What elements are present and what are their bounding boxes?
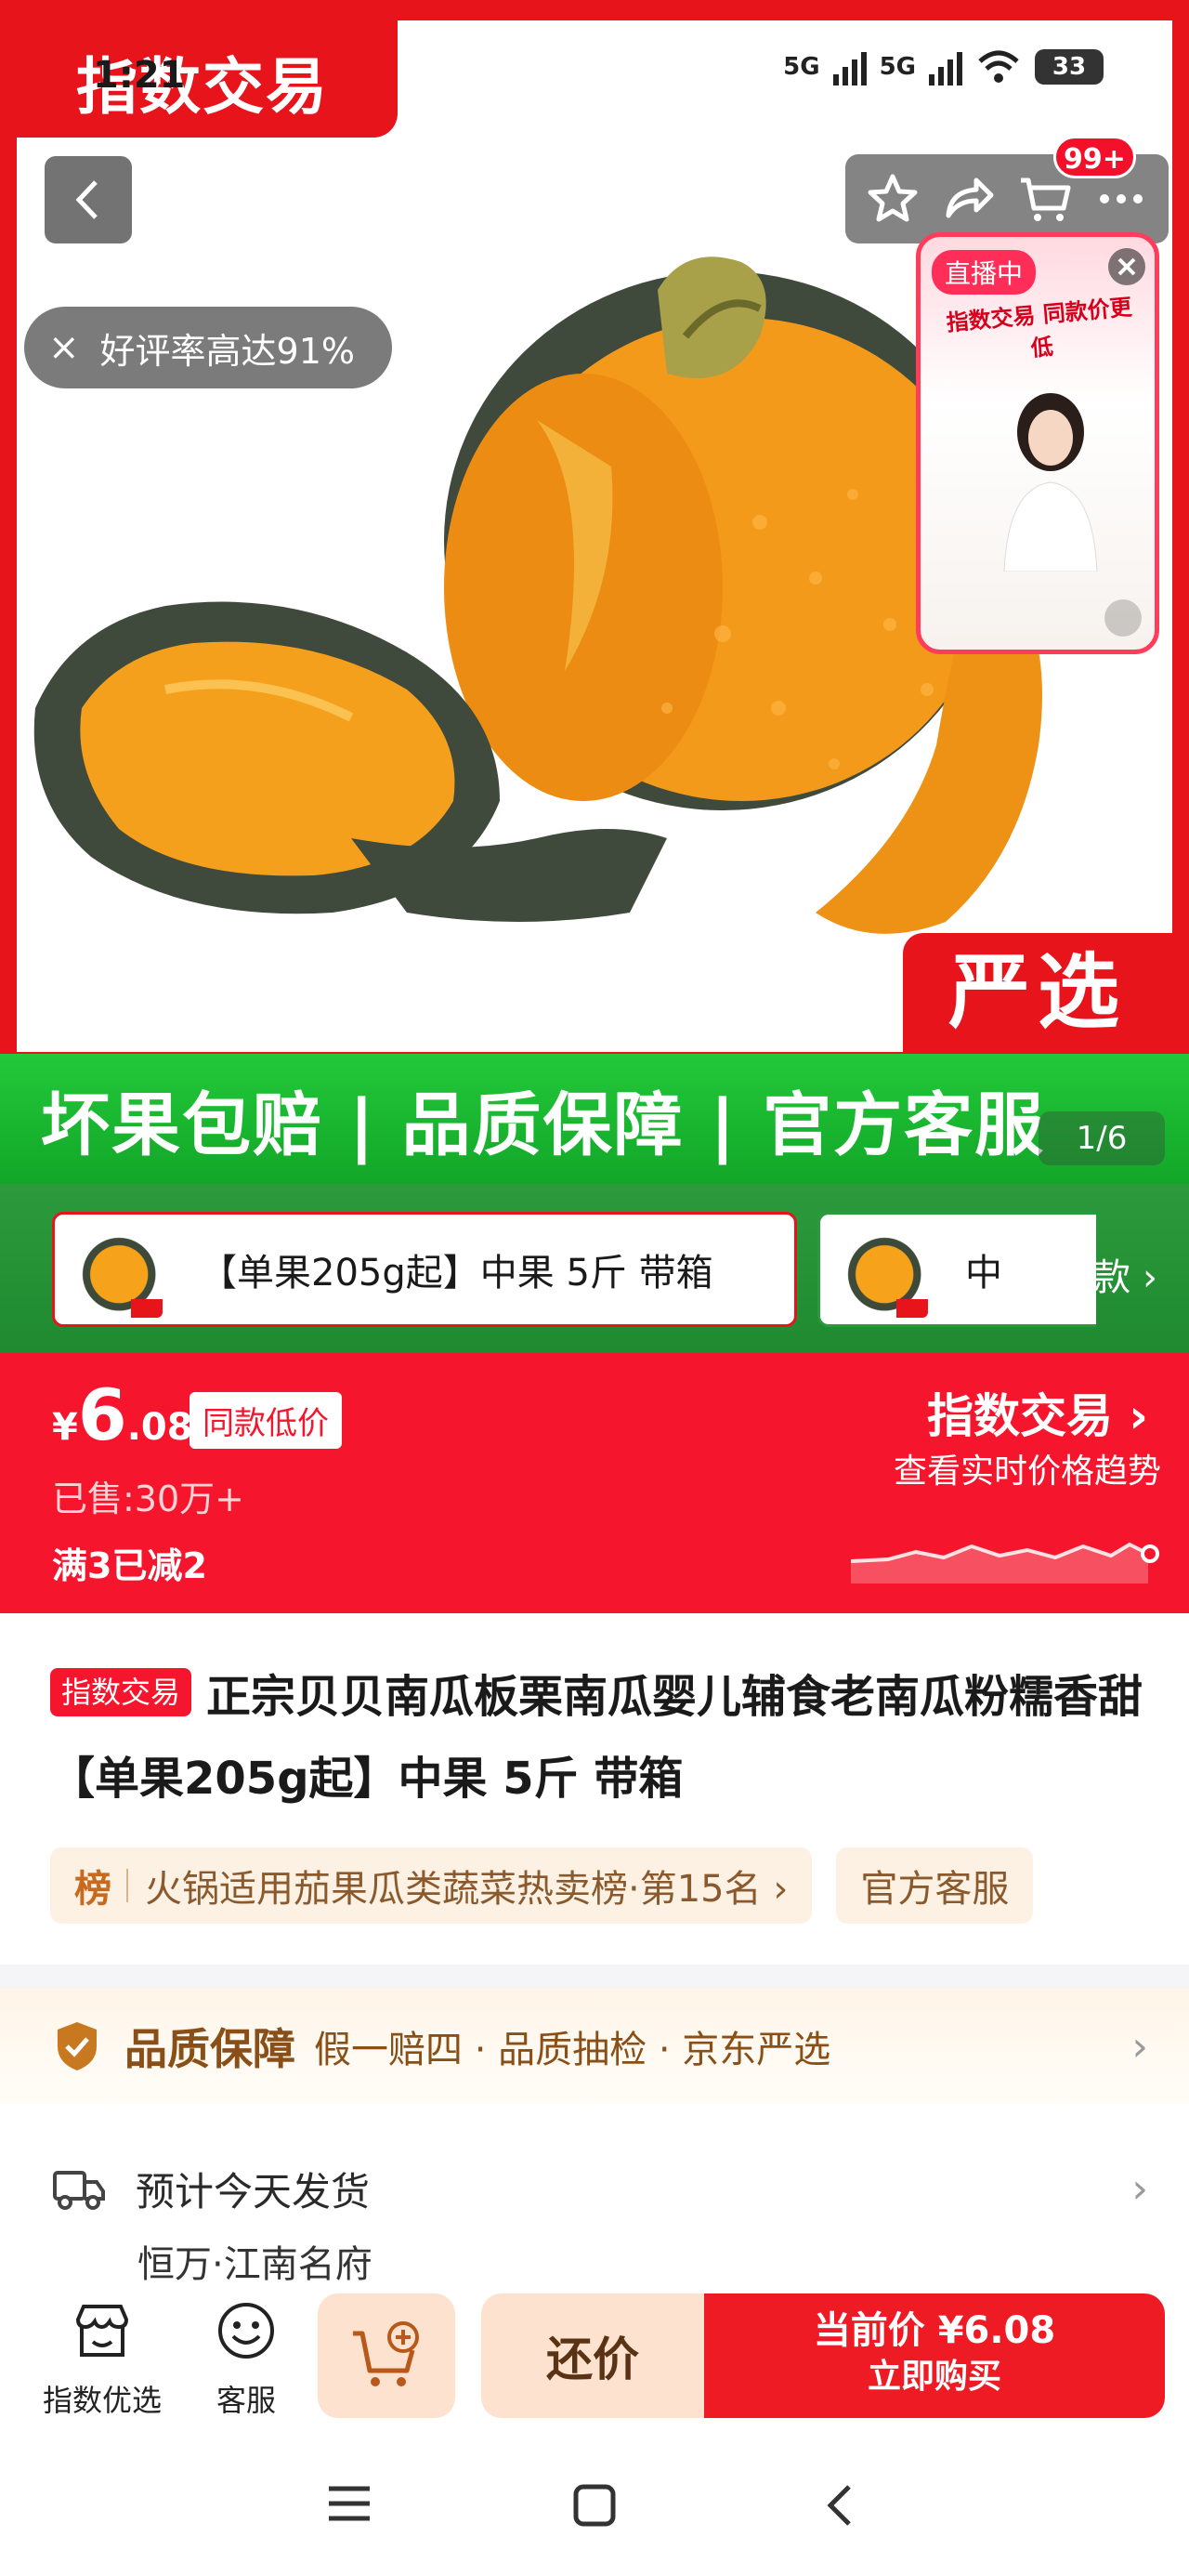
live-banner: 指数交易 同款价更低 <box>945 294 1133 361</box>
sku-selector: 【单果205g起】中果 5斤 带箱 中 共5款 › <box>0 1184 1189 1353</box>
promo-text: 满3已减2 <box>52 1545 207 1586</box>
rank-badge: 榜 <box>74 1868 111 1911</box>
index-trade-link[interactable]: 指数交易 › <box>927 1379 1148 1446</box>
chevron-left-icon <box>75 180 98 219</box>
index-trade-tag: 指数交易 <box>17 20 398 138</box>
close-icon[interactable]: × <box>48 326 80 369</box>
buy-now-label: 立即购买 <box>867 2358 1001 2396</box>
shield-check-icon <box>58 2022 97 2070</box>
sku-label: 【单果205g起】中果 5斤 带箱 <box>200 1252 713 1295</box>
system-navigation-bar <box>0 2433 1189 2576</box>
rating-text: 好评率高达91% <box>99 330 355 372</box>
bottom-action-bar: 指数优选 客服 还价 当前价 ¥6.08 立即购买 <box>0 2280 1189 2433</box>
rank-chip[interactable]: 榜 火锅适用茄果瓜类蔬菜热卖榜·第15名 › <box>50 1847 813 1924</box>
chevron-right-icon: › <box>1131 2164 1148 2213</box>
quality-guarantee-row[interactable]: 品质保障 假一赔四 · 品质抽检 · 京东严选 › <box>0 1989 1189 2104</box>
product-title: 正宗贝贝南瓜板栗南瓜婴儿辅食老南瓜粉糯香甜 【单果205g起】中果 5斤 带箱 <box>50 1671 1143 1805</box>
close-icon[interactable] <box>1108 248 1145 285</box>
shipping-text: 预计今天发货 <box>136 2168 371 2215</box>
product-title-block: 指数交易 正宗贝贝南瓜板栗南瓜婴儿辅食老南瓜粉糯香甜 【单果205g起】中果 5斤… <box>50 1656 1156 1820</box>
store-icon <box>75 2305 129 2357</box>
home-icon[interactable] <box>572 2483 617 2531</box>
sku-label: 中 <box>965 1252 1002 1295</box>
network-label-2: 5G <box>879 53 916 81</box>
store-button[interactable]: 指数优选 <box>37 2299 167 2420</box>
cart-count-badge: 99+ <box>1053 136 1136 178</box>
share-icon[interactable] <box>941 171 997 227</box>
menu-icon[interactable] <box>327 2483 372 2528</box>
gallery-page-indicator: 1/6 <box>1039 1111 1165 1165</box>
live-stream-window[interactable]: 直播中 指数交易 同款价更低 <box>916 232 1159 654</box>
sku-more-link[interactable]: 共5款 › <box>1033 1247 1157 1301</box>
section-divider <box>0 1965 1189 1989</box>
price-decimal: .08 <box>126 1406 193 1449</box>
cart-plus-icon <box>353 2321 419 2386</box>
price-trend-sparkline[interactable] <box>851 1518 1167 1584</box>
price-integer: 6 <box>77 1373 127 1456</box>
host-avatar <box>1003 393 1098 572</box>
add-to-cart-button[interactable] <box>318 2293 455 2418</box>
status-time: 1:21 <box>93 54 186 97</box>
sold-count: 已售:30万+ <box>52 1479 244 1519</box>
sku-thumbnail <box>66 1221 163 1318</box>
service-label: 客服 <box>216 2383 276 2418</box>
battery-indicator: 33 <box>1035 49 1104 85</box>
signal-icon-2 <box>929 48 962 85</box>
signal-icon <box>832 48 867 85</box>
smile-icon <box>218 2303 274 2359</box>
customer-service-button[interactable]: 客服 <box>204 2299 288 2420</box>
delivery-truck-icon <box>53 2171 105 2210</box>
buy-now-button[interactable]: 当前价 ¥6.08 立即购买 <box>704 2293 1165 2418</box>
back-button[interactable] <box>45 156 132 243</box>
cart-icon[interactable] <box>1017 171 1073 227</box>
price-bar: ¥ 6 .08 同款低价 已售:30万+ 满3已减2 指数交易 › 查看实时价格… <box>0 1353 1189 1613</box>
yanxuan-badge: 严选 <box>903 933 1172 1052</box>
shipping-row[interactable]: 预计今天发货 › <box>0 2137 1189 2240</box>
service-chip[interactable]: 官方客服 <box>836 1847 1034 1924</box>
quality-items: 假一赔四 · 品质抽检 · 京东严选 <box>314 2029 831 2071</box>
current-price: ¥ 6 .08 <box>52 1373 193 1456</box>
price-trend-link[interactable]: 查看实时价格趋势 <box>894 1444 1161 1492</box>
product-gallery[interactable]: 指数交易 严选 1:21 5G 5G 33 99+ × 好评率高达91% 直播中… <box>0 0 1189 1353</box>
sku-thumbnail <box>831 1221 928 1318</box>
network-label: 5G <box>783 53 820 81</box>
sku-option-selected[interactable]: 【单果205g起】中果 5斤 带箱 <box>52 1212 797 1327</box>
wifi-icon <box>978 50 1019 83</box>
currency-symbol: ¥ <box>52 1406 78 1449</box>
low-price-tag: 同款低价 <box>189 1392 342 1449</box>
chevron-right-icon: › <box>1131 2022 1148 2070</box>
star-icon[interactable] <box>865 171 921 227</box>
service-chip-label: 官方客服 <box>860 1868 1010 1911</box>
back-nav-icon[interactable] <box>821 2483 858 2531</box>
index-trade-tag: 指数交易 <box>50 1668 192 1716</box>
divider <box>126 1869 128 1902</box>
bargain-button[interactable]: 还价 <box>481 2293 704 2418</box>
rank-text: 火锅适用茄果瓜类蔬菜热卖榜·第15名 › <box>145 1868 789 1911</box>
mute-icon[interactable] <box>1104 599 1142 637</box>
buy-price-label: 当前价 ¥6.08 <box>813 2309 1056 2352</box>
promo-banner: 坏果包赔 | 品质保障 | 官方客服 <box>0 1054 1189 1184</box>
rank-row: 榜 火锅适用茄果瓜类蔬菜热卖榜·第15名 › 官方客服 <box>50 1847 1034 1924</box>
rating-pill[interactable]: × 好评率高达91% <box>24 307 392 388</box>
status-icons: 5G 5G 33 <box>783 48 1104 85</box>
quality-title: 品质保障 <box>124 2024 295 2074</box>
store-label: 指数优选 <box>42 2383 162 2418</box>
live-badge: 直播中 <box>932 250 1037 295</box>
